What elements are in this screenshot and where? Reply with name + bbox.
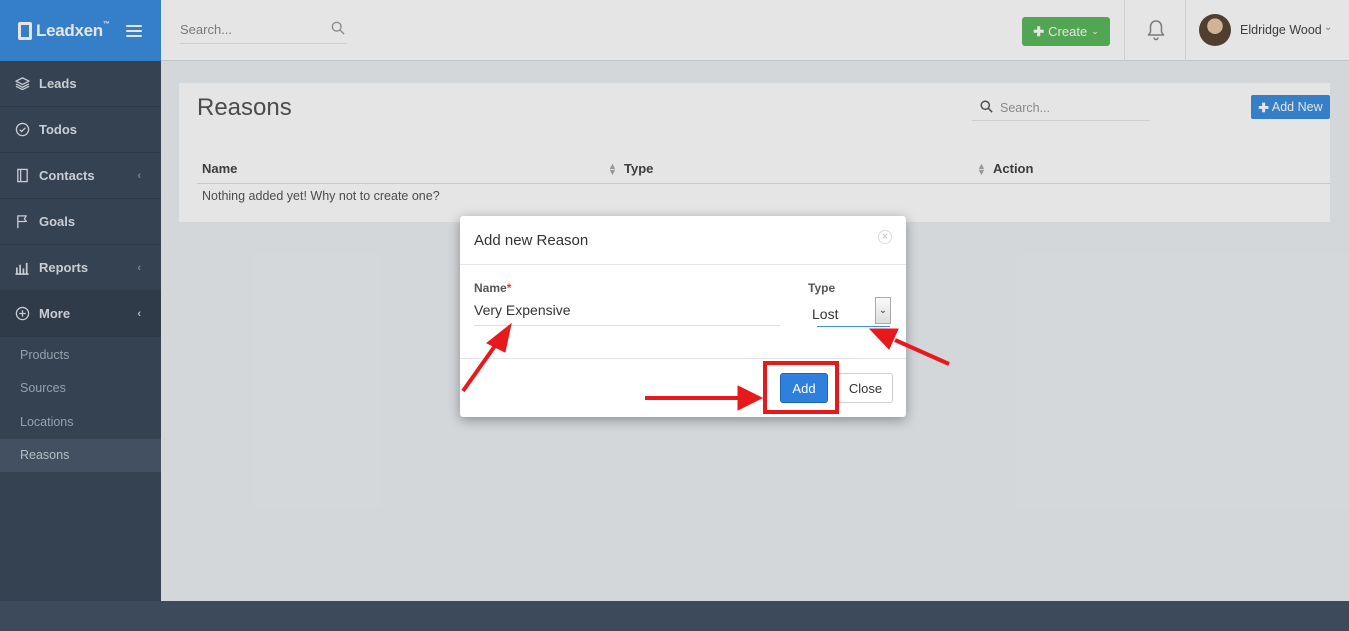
modal-title: Add new Reason (474, 232, 589, 249)
highlight-box (763, 361, 839, 414)
divider (460, 358, 906, 359)
close-icon[interactable]: × (878, 230, 892, 244)
type-select[interactable]: Lost (812, 306, 838, 322)
name-input[interactable]: Very Expensive (474, 302, 780, 326)
name-label: Name* (474, 281, 512, 295)
close-button[interactable]: Close (838, 373, 893, 403)
add-reason-modal: Add new Reason × Name* Very Expensive Ty… (460, 216, 906, 417)
footer-bar (0, 601, 1349, 631)
divider (460, 264, 906, 265)
chevron-down-icon[interactable]: ⌄ (875, 297, 891, 324)
type-label: Type (808, 281, 836, 295)
required-mark: * (506, 281, 512, 295)
type-select-underline (817, 326, 890, 327)
